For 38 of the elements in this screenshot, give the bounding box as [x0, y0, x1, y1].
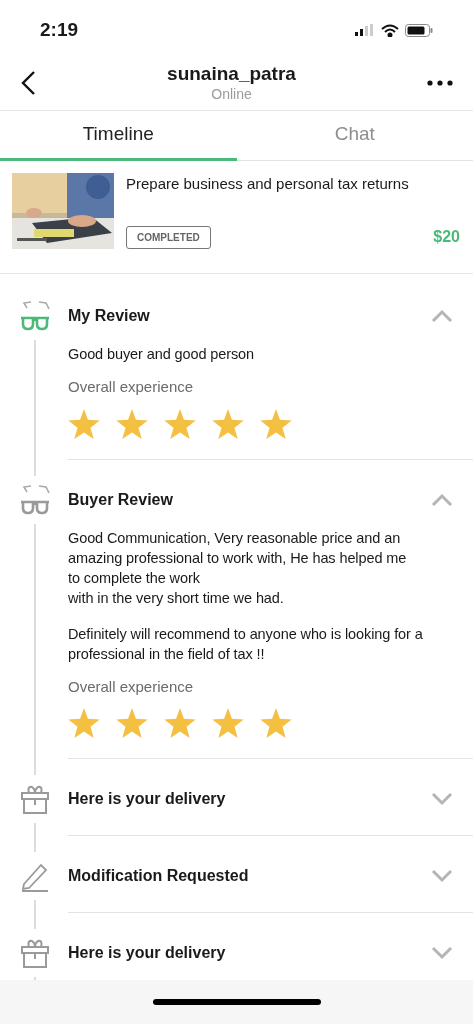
battery-icon [405, 23, 433, 37]
online-status: Online [211, 86, 252, 104]
star-icon [68, 708, 100, 738]
status-badge: COMPLETED [126, 226, 211, 249]
tab[interactable]: Timeline [0, 111, 237, 161]
back-icon[interactable] [20, 70, 36, 96]
rating-label: Overall experience [68, 377, 195, 397]
star-icon [260, 708, 292, 738]
event-title[interactable]: My Review [68, 304, 150, 328]
chevron-down-icon[interactable] [431, 792, 453, 806]
chat-title: sunaina_patra [167, 62, 296, 87]
star-icon [164, 708, 196, 738]
star-icon [116, 708, 148, 738]
chevron-down-icon[interactable] [431, 946, 453, 960]
signal-icon [355, 24, 375, 36]
wifi-icon [381, 23, 399, 37]
star-icon [212, 408, 244, 439]
review-text: Good Communication, Very reasonable price and an amazing professional to work with, He has helped me to complete the work with in the very short time we had. [68, 528, 408, 608]
chevron-up-icon[interactable] [431, 309, 453, 323]
more-icon[interactable] [427, 80, 453, 86]
chevron-up-icon[interactable] [431, 492, 453, 507]
chevron-down-icon[interactable] [431, 869, 453, 883]
event-title[interactable]: Here is your delivery [68, 787, 226, 811]
star-icon [164, 408, 196, 439]
star-icon [260, 408, 292, 439]
order-title: Prepare business and personal tax returns [126, 174, 410, 194]
order-price: $20 [433, 227, 460, 247]
home-indicator[interactable] [152, 999, 321, 1005]
event-title[interactable]: Here is your delivery [68, 941, 226, 965]
star-icon [68, 408, 100, 439]
rating-label: Overall experience [68, 676, 195, 697]
star-icon [212, 708, 244, 738]
review-text: Good buyer and good person [68, 345, 256, 364]
review-text: Definitely will recommend to anyone who is looking for a professional in the field of tax !! [68, 624, 424, 664]
star-icon [116, 408, 148, 439]
status-time: 2:19 [40, 17, 79, 42]
event-title[interactable]: Modification Requested [68, 864, 249, 888]
event-title[interactable]: Buyer Review [68, 487, 173, 512]
